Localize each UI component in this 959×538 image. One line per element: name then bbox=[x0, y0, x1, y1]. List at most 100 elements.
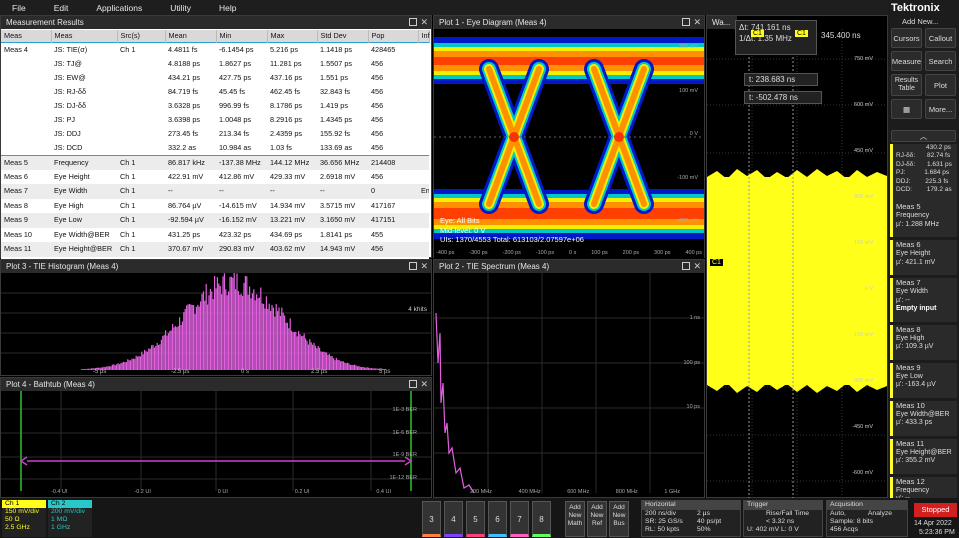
meas-badge[interactable]: Meas 11 Eye Height@BER µ': 355.2 mV bbox=[890, 438, 957, 474]
close-icon[interactable]: ✕ bbox=[693, 261, 701, 272]
table-row[interactable]: Meas 7 Eye Width Ch 1 -- -- -- -- 0 Em bbox=[1, 184, 429, 199]
callout-button[interactable]: Callout bbox=[925, 28, 956, 48]
histogram-bar bbox=[149, 348, 151, 370]
histogram-bar bbox=[195, 306, 197, 370]
table-cell: Eye Low bbox=[51, 213, 117, 228]
table-row[interactable]: Meas 4 JS: TIE(σ) JS: TJ@ JS: EW@ JS: RJ-δδ J… bbox=[1, 41, 429, 156]
badge-partial-row: 430.2 ps bbox=[926, 144, 951, 151]
axis-tick-label: -300 mV bbox=[852, 378, 873, 384]
maximize-icon[interactable] bbox=[409, 380, 417, 388]
table-row[interactable]: Meas 9 Eye Low Ch 1 -92.594 µV -16.152 mV 13.… bbox=[1, 213, 429, 228]
close-icon[interactable]: ✕ bbox=[420, 17, 428, 28]
badge-line: Eye Low bbox=[896, 372, 923, 380]
column-header[interactable]: Max bbox=[267, 30, 318, 42]
more-button[interactable]: More... bbox=[925, 99, 956, 119]
horizontal-record-length: RL: 50 kpts bbox=[645, 526, 680, 533]
horizontal-badge[interactable]: Horizontal 200 ns/div SR: 25 GS/s RL: 50… bbox=[641, 500, 741, 537]
trigger-title: Trigger bbox=[744, 501, 822, 510]
horizontal-sample-rate: SR: 25 GS/s bbox=[645, 518, 683, 525]
channel-3-button[interactable]: 3 bbox=[422, 501, 441, 537]
acquisition-badge[interactable]: Acquisition Auto, Analyze Sample: 8 bits … bbox=[826, 500, 908, 537]
close-icon[interactable]: ✕ bbox=[693, 17, 701, 28]
add-new-bus-button[interactable]: Add New Bus bbox=[609, 501, 629, 537]
axis-tick-label: -5 ps bbox=[93, 369, 106, 375]
histogram-bar bbox=[244, 275, 246, 370]
menu-file[interactable]: File bbox=[12, 3, 26, 13]
maximize-icon[interactable] bbox=[409, 262, 417, 270]
search-button[interactable]: Search bbox=[925, 51, 956, 71]
menu-help[interactable]: Help bbox=[219, 3, 236, 13]
table-row[interactable]: Meas 5 Frequency Ch 1 86.817 kHz -137.38 MHz… bbox=[1, 155, 429, 170]
histogram-bar bbox=[202, 291, 204, 370]
axis-tick-label: 1E-9 BER bbox=[392, 452, 417, 459]
column-header[interactable]: Src(s) bbox=[117, 30, 166, 42]
add-new-math-button[interactable]: Add New Math bbox=[565, 501, 585, 537]
meas-badge[interactable]: Meas 9 Eye Low µ': -163.4 µV bbox=[890, 362, 957, 398]
scroll-up-button[interactable]: ︿ bbox=[891, 130, 956, 142]
channel-7-button[interactable]: 7 bbox=[510, 501, 529, 537]
ch1-badge[interactable]: Ch 1 150 mV/div 50 Ω 2.5 GHz bbox=[2, 500, 46, 537]
axis-tick-label: 0 UI bbox=[217, 489, 228, 495]
meas-badge[interactable]: Meas 10 Eye Width@BER µ': 433.3 ps bbox=[890, 400, 957, 436]
meas-subvalue: 5.216 ps bbox=[270, 44, 298, 54]
trigger-badge[interactable]: Trigger Rise/Fall Time < 3.32 ns U: 402 … bbox=[743, 500, 823, 537]
close-icon[interactable]: ✕ bbox=[420, 261, 428, 272]
menu-applications[interactable]: Applications bbox=[96, 3, 142, 13]
channel-8-button[interactable]: 8 bbox=[532, 501, 551, 537]
table-row[interactable]: Meas 10 Eye Width@BER Ch 1 431.25 ps 423.32 … bbox=[1, 227, 429, 242]
meas-badge[interactable]: Meas 6 Eye Height µ': 421.1 mV bbox=[890, 240, 957, 275]
column-header[interactable]: Std Dev bbox=[317, 30, 369, 42]
cursors-button[interactable]: Cursors bbox=[891, 28, 922, 48]
run-stop-status[interactable]: Stopped bbox=[914, 503, 957, 517]
histogram-bar bbox=[90, 368, 92, 370]
cursor-c1-tag[interactable]: C1 bbox=[751, 30, 764, 37]
histogram-bar bbox=[145, 351, 147, 370]
measure-button[interactable]: Measure bbox=[891, 51, 922, 71]
close-icon[interactable]: ✕ bbox=[420, 379, 428, 390]
column-header[interactable]: Pop bbox=[368, 30, 419, 42]
column-header[interactable]: Mean bbox=[165, 30, 217, 42]
cursor-c1-tag-2[interactable]: C1 bbox=[795, 30, 808, 37]
menu-utility[interactable]: Utility bbox=[170, 3, 191, 13]
table-cell: 456 bbox=[368, 169, 418, 184]
ch2-badge[interactable]: Ch 2 200 mV/div 1 MΩ 1 GHz bbox=[48, 500, 92, 537]
table-row[interactable]: Meas 11 Eye Height@BER Ch 1 370.67 mV 290.83… bbox=[1, 242, 429, 257]
meas-badge[interactable]: Meas 7 Eye Width µ': -- Empty input bbox=[890, 278, 957, 322]
menu-edit[interactable]: Edit bbox=[54, 3, 69, 13]
channel-6-button[interactable]: 6 bbox=[488, 501, 507, 537]
column-header[interactable]: Min bbox=[216, 30, 268, 42]
meas-value-list: 4.4811 fs 4.8188 ps 434.21 ps 84.719 fs 3.63… bbox=[165, 41, 216, 156]
ch1-label: Ch 1 bbox=[5, 500, 20, 507]
plot-button[interactable]: Plot bbox=[925, 74, 956, 96]
quick-icon-button[interactable]: ▦ bbox=[891, 99, 922, 119]
ch1-marker[interactable]: C1 bbox=[709, 258, 724, 267]
meas-badge[interactable]: Meas 5 Frequency µ': 1.288 MHz bbox=[890, 202, 957, 237]
column-header[interactable]: Meas bbox=[51, 30, 118, 42]
column-header[interactable]: Inf bbox=[418, 30, 430, 42]
meas-subvalue: 2.4359 ps bbox=[270, 128, 303, 138]
histogram-bar bbox=[330, 356, 332, 370]
meas-subvalue: 1.0048 ps bbox=[219, 114, 252, 124]
channel-5-button[interactable]: 5 bbox=[466, 501, 485, 537]
badge-title: Meas 7 bbox=[896, 278, 921, 287]
maximize-icon[interactable] bbox=[409, 18, 417, 26]
column-header[interactable]: Meas bbox=[1, 30, 52, 42]
meas-subvalue: 456 bbox=[371, 86, 384, 96]
meas-badge[interactable]: Meas 8 Eye High µ': 109.3 µV bbox=[890, 324, 957, 360]
histogram-bar bbox=[352, 365, 354, 370]
histogram-bar bbox=[160, 339, 162, 370]
table-row[interactable]: Meas 6 Eye Height Ch 1 422.91 mV 412.86 mV 42… bbox=[1, 169, 429, 184]
add-new-ref-button[interactable]: Add New Ref bbox=[587, 501, 607, 537]
channel-4-button[interactable]: 4 bbox=[444, 501, 463, 537]
histogram-bar bbox=[278, 307, 280, 370]
maximize-icon[interactable] bbox=[682, 18, 690, 26]
axis-tick-label: 100 ps bbox=[591, 250, 608, 256]
histogram-bar bbox=[347, 362, 349, 370]
table-row[interactable]: Meas 8 Eye High Ch 1 86.764 µV -14.615 mV 14.… bbox=[1, 198, 429, 213]
maximize-icon[interactable] bbox=[682, 262, 690, 270]
results-table-button[interactable]: Results Table bbox=[891, 74, 922, 96]
meas4-badge-partial[interactable]: 430.2 ps RJ-δδ: 82.74 fs DJ-δδ: 1.631 ps… bbox=[890, 144, 957, 202]
badge-line: Eye High bbox=[896, 334, 925, 342]
histogram-bar bbox=[179, 317, 181, 370]
badge-title: Meas 11 bbox=[896, 438, 925, 448]
